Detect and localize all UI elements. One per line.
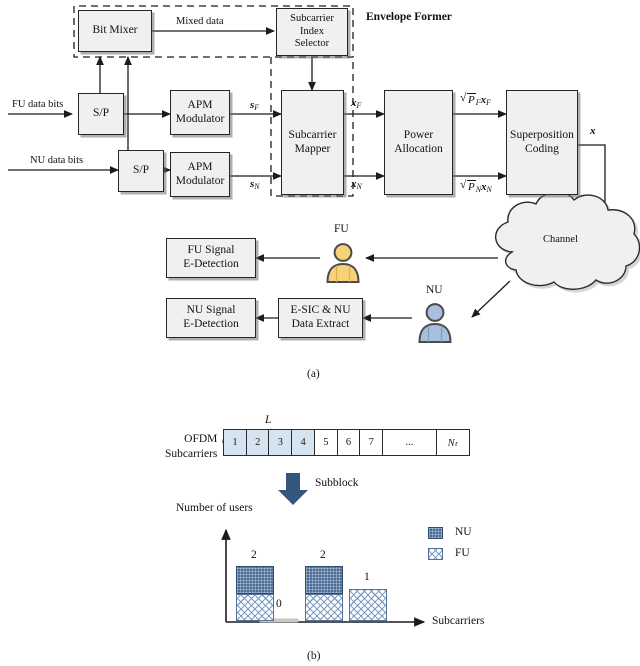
bar-segment-fu	[349, 589, 387, 621]
label-sqrt-pf-xf: PFxF	[460, 92, 491, 107]
block-power-allocation[interactable]: Power Allocation	[384, 90, 453, 195]
subcarrier-cell[interactable]: 7	[359, 429, 384, 456]
label-subblock-length: L	[265, 414, 272, 426]
label-nu-user: NU	[426, 284, 443, 296]
caption-a: (a)	[307, 368, 320, 380]
block-sp-fu[interactable]: S/P	[78, 93, 124, 135]
subcarrier-cell[interactable]: ...	[381, 429, 437, 456]
label-channel: Channel	[543, 234, 578, 245]
block-sp-nu-label: S/P	[133, 164, 149, 177]
block-superposition-coding-label: Superposition Coding	[510, 128, 574, 155]
block-apm-modulator-fu-label: APM Modulator	[175, 98, 225, 125]
label-fu-user: FU	[334, 223, 349, 235]
subcarrier-strip: 1 2 3 4 5 6 7 ... Nₜ	[223, 429, 470, 456]
subcarrier-cell[interactable]: 2	[245, 429, 270, 456]
block-sp-nu[interactable]: S/P	[118, 150, 164, 192]
label-ofdm-line2: Subcarriers	[165, 447, 218, 460]
block-power-allocation-label: Power Allocation	[394, 128, 443, 155]
block-fu-signal-detection-label: FU Signal E-Detection	[183, 244, 239, 270]
label-x-n: xN	[351, 178, 362, 191]
figure-root: Bit Mixer Subcarrier Index Selector S/P …	[0, 0, 640, 666]
chart-xlabel: Subcarriers	[432, 615, 485, 627]
label-mixed-data: Mixed data	[176, 16, 224, 27]
label-subblock: Subblock	[315, 477, 359, 489]
chart-ylabel: Number of users	[176, 502, 253, 514]
block-esic-nu-data-extract-label: E-SIC & NU Data Extract	[290, 304, 351, 330]
subblock-arrow	[278, 473, 308, 505]
subcarrier-cell[interactable]: 3	[268, 429, 293, 456]
block-bit-mixer-label: Bit Mixer	[92, 24, 138, 37]
subcarrier-cell[interactable]: 6	[336, 429, 361, 456]
subcarrier-cell[interactable]: 4	[291, 429, 316, 456]
caption-b: (b)	[307, 650, 321, 662]
legend-label-nu: NU	[455, 526, 472, 538]
bar-value-label: 1	[364, 571, 370, 583]
bar-segment-nu	[305, 566, 343, 594]
block-subcarrier-index-selector[interactable]: Subcarrier Index Selector	[276, 8, 348, 56]
subcarrier-cell[interactable]: 1	[223, 429, 247, 456]
block-subcarrier-mapper-label: Subcarrier Mapper	[288, 128, 337, 155]
bar-value-label: 2	[320, 549, 326, 561]
fu-user-icon	[320, 238, 366, 284]
subcarrier-cell[interactable]: 5	[313, 429, 338, 456]
block-nu-signal-detection[interactable]: NU Signal E-Detection	[166, 298, 256, 338]
label-x-f: xF	[351, 97, 362, 110]
block-superposition-coding[interactable]: Superposition Coding	[506, 90, 578, 195]
label-envelope-former: Envelope Former	[366, 10, 452, 24]
block-subcarrier-mapper[interactable]: Subcarrier Mapper	[281, 90, 344, 195]
block-fu-signal-detection[interactable]: FU Signal E-Detection	[166, 238, 256, 278]
bar-value-label: 2	[251, 549, 257, 561]
label-ofdm-subcarriers: OFDM Subcarriers	[165, 432, 217, 462]
label-envelope-former-text: Envelope Former	[366, 11, 452, 23]
label-fu-data-bits: FU data bits	[12, 99, 64, 110]
label-s-f: sF	[250, 99, 260, 112]
subcarrier-cell[interactable]: Nₜ	[435, 429, 470, 456]
block-apm-modulator-nu-label: APM Modulator	[175, 160, 225, 187]
label-x-transmit: x	[590, 125, 596, 137]
block-nu-signal-detection-label: NU Signal E-Detection	[183, 304, 239, 330]
legend-swatch-nu	[428, 527, 443, 539]
block-apm-modulator-nu[interactable]: APM Modulator	[170, 152, 230, 197]
block-sp-fu-label: S/P	[93, 107, 109, 120]
label-ofdm-line1: OFDM	[184, 433, 218, 445]
label-sqrt-pn-xn: PNxN	[460, 179, 492, 194]
bar-segment-fu	[305, 594, 343, 621]
legend-label-fu: FU	[455, 547, 470, 559]
bar-value-label: 0	[276, 598, 282, 610]
nu-user-icon	[412, 298, 458, 344]
block-bit-mixer[interactable]: Bit Mixer	[78, 10, 152, 52]
bar-segment-nu	[236, 566, 274, 594]
label-nu-data-bits: NU data bits	[30, 155, 84, 166]
bar-segment-fu	[236, 594, 274, 621]
block-esic-nu-data-extract[interactable]: E-SIC & NU Data Extract	[278, 298, 363, 338]
block-apm-modulator-fu[interactable]: APM Modulator	[170, 90, 230, 135]
legend-swatch-fu	[428, 548, 443, 560]
block-subcarrier-index-selector-label: Subcarrier Index Selector	[290, 13, 334, 50]
label-s-n: sN	[250, 178, 260, 191]
